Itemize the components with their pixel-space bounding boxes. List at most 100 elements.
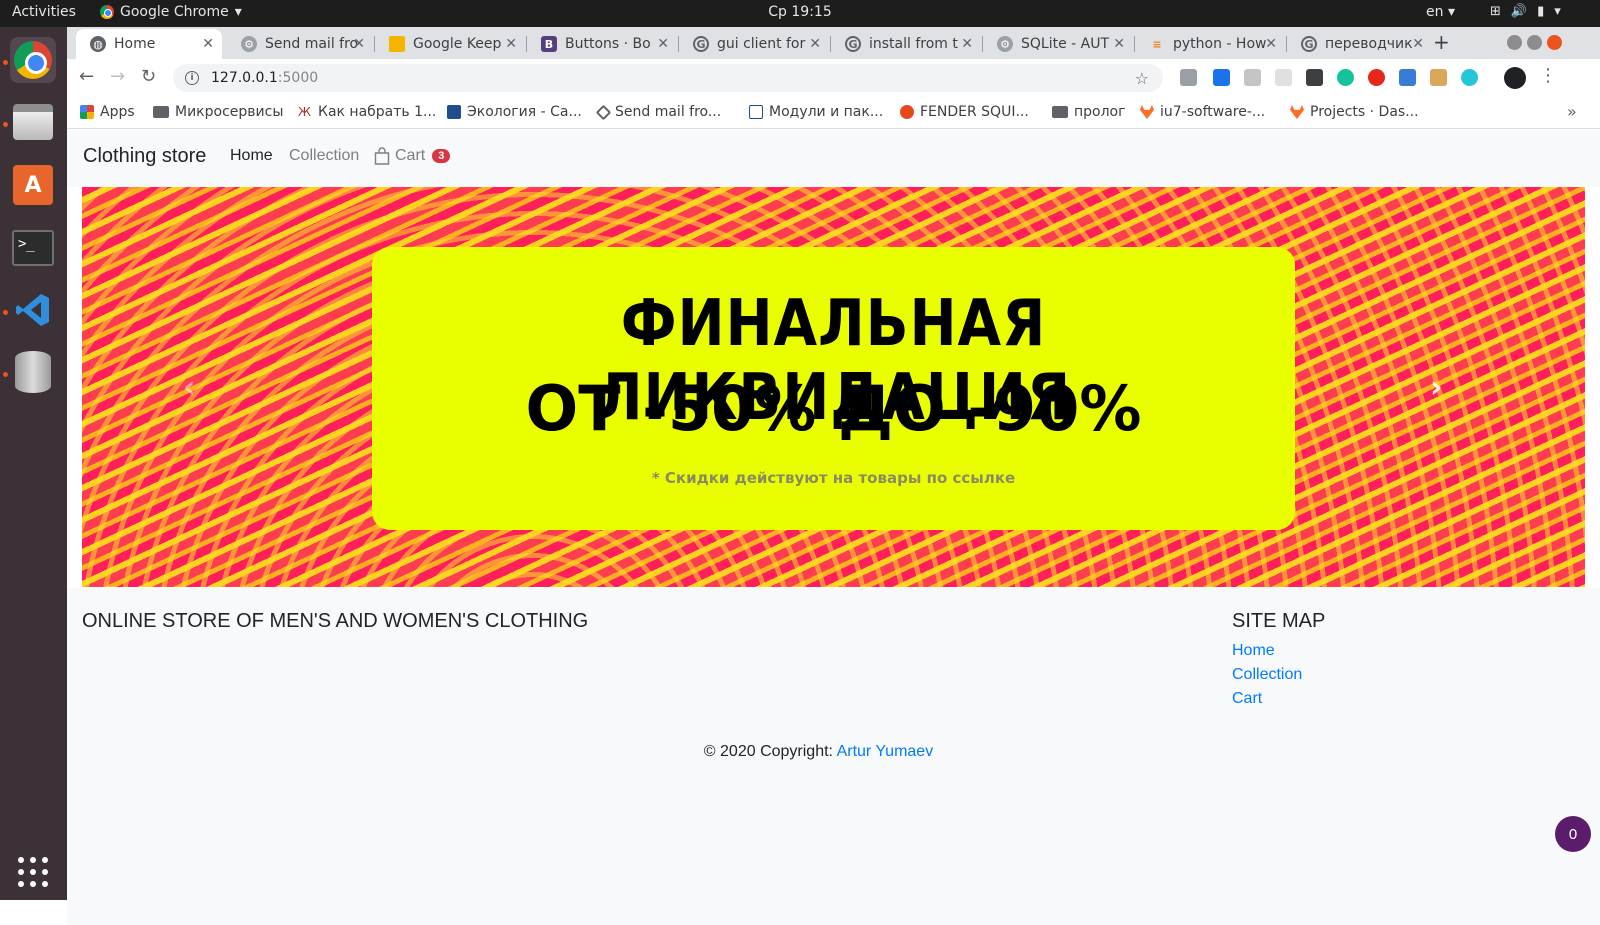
bookmark-item[interactable]: Projects · Das...	[1290, 104, 1419, 120]
tab-1[interactable]: ⚙ Send mail fro ✕	[227, 29, 373, 59]
back-button[interactable]: ←	[79, 66, 94, 87]
system-top-bar: Activities Google Chrome ▾ Ср 19:15 en ▾…	[0, 0, 1600, 27]
sitemap-cart-link[interactable]: Cart	[1232, 690, 1262, 708]
keep-icon	[389, 36, 405, 52]
url-host: 127.0.0.1	[211, 70, 278, 86]
info-icon[interactable]: i	[185, 71, 199, 85]
menu-kebab-icon[interactable]: ⋮	[1539, 65, 1557, 86]
promo-carousel: ФИНАЛЬНАЯ ЛИКВИДАЦИЯ ОТ -50% ДО -90% * С…	[82, 187, 1585, 587]
bookmark-star-icon[interactable]: ☆	[1135, 69, 1149, 88]
app-name: Google Chrome	[120, 4, 229, 20]
new-tab-button[interactable]: +	[1433, 30, 1450, 54]
tab-title: gui client for	[717, 36, 806, 52]
tab-2[interactable]: Google Keep ✕	[375, 29, 525, 59]
address-bar[interactable]: i 127.0.0.1:5000 ☆	[173, 64, 1163, 92]
forward-button[interactable]: →	[110, 66, 125, 87]
bookmark-folder[interactable]: пролог	[1052, 104, 1125, 120]
running-indicator	[3, 372, 8, 377]
bookmark-item[interactable]: FENDER SQUI...	[900, 104, 1029, 120]
close-icon[interactable]: ✕	[202, 36, 214, 52]
v-extension-icon[interactable]	[1399, 69, 1416, 86]
window-close-button[interactable]	[1547, 35, 1562, 50]
close-icon[interactable]: ✕	[961, 36, 973, 52]
close-icon[interactable]: ✕	[1265, 36, 1277, 52]
system-tray[interactable]: ⊞ 🔊 ▮ ▾	[1490, 4, 1561, 19]
more-bookmarks-icon[interactable]: »	[1567, 102, 1577, 121]
bookmark-folder[interactable]: Микросервисы	[153, 104, 283, 120]
tab-4[interactable]: G gui client for ✕	[679, 29, 829, 59]
bookmark-item[interactable]: iu7-software-...	[1140, 104, 1265, 120]
sitemap-collection-link[interactable]: Collection	[1232, 666, 1302, 684]
activities-button[interactable]: Activities	[12, 4, 76, 20]
grammarly-icon[interactable]	[1337, 69, 1354, 86]
dock-vscode[interactable]	[10, 287, 56, 333]
terminal-icon: >_	[12, 230, 54, 266]
battery-icon: ▮	[1537, 4, 1545, 19]
gitlab-icon	[1290, 105, 1304, 119]
app-menu[interactable]: Google Chrome ▾	[100, 4, 242, 20]
close-icon[interactable]: ✕	[809, 36, 821, 52]
sitemap-title: SITE MAP	[1232, 610, 1326, 632]
bookmark-item[interactable]: Модули и пак...	[749, 104, 883, 120]
running-indicator	[3, 310, 8, 315]
bookmark-label: Projects · Das...	[1310, 104, 1419, 120]
close-icon[interactable]: ✕	[1412, 36, 1424, 52]
dock-files[interactable]	[10, 99, 56, 145]
extension-blue-icon[interactable]	[1213, 69, 1230, 86]
google-icon: G	[1301, 36, 1317, 52]
tab-5[interactable]: G install from t ✕	[831, 29, 981, 59]
notification-badge[interactable]: 0	[1555, 816, 1591, 852]
tab-7[interactable]: ≡ python - How ✕	[1135, 29, 1285, 59]
site-navbar: Clothing store Home Collection Cart 3	[67, 130, 1600, 187]
tab-3[interactable]: B Buttons · Bo ✕	[527, 29, 677, 59]
site-footer: ONLINE STORE OF MEN'S AND WOMEN'S CLOTHI…	[67, 588, 1600, 925]
browser-toolbar: ← → ↻ i 127.0.0.1:5000 ☆ ⋮	[67, 59, 1600, 96]
extension-light-icon[interactable]	[1275, 69, 1292, 86]
bookmark-label: Микросервисы	[175, 104, 284, 120]
author-link[interactable]: Artur Yumaev	[837, 743, 934, 760]
nav-home-link[interactable]: Home	[230, 147, 273, 165]
carousel-next-icon[interactable]: ›	[1430, 370, 1442, 405]
chrome-icon	[14, 41, 52, 79]
box-extension-icon[interactable]	[1430, 69, 1447, 86]
software-center-icon: A	[13, 165, 53, 205]
clock[interactable]: Ср 19:15	[768, 4, 831, 20]
bookmark-item[interactable]: Send mail fro...	[595, 104, 721, 120]
gear-icon: ⚙	[997, 36, 1013, 52]
close-icon[interactable]: ✕	[1113, 36, 1125, 52]
nav-cart-link[interactable]: Cart 3	[374, 147, 451, 165]
qr-code-icon[interactable]	[1306, 69, 1323, 86]
e9-icon	[447, 105, 461, 119]
minimize-button[interactable]	[1507, 35, 1522, 50]
dock: A >_	[0, 27, 67, 900]
site-brand[interactable]: Clothing store	[83, 145, 206, 168]
teal-extension-icon[interactable]	[1461, 69, 1478, 86]
cast-icon[interactable]	[1180, 69, 1197, 86]
tab-8[interactable]: G переводчик ✕	[1287, 29, 1432, 59]
bookmark-item[interactable]: Ж Как набрать 1...	[298, 104, 436, 120]
show-applications-button[interactable]	[10, 849, 56, 895]
reload-button[interactable]: ↻	[141, 66, 156, 87]
dock-chrome[interactable]	[10, 37, 56, 83]
dock-software[interactable]: A	[10, 162, 56, 208]
language-indicator[interactable]: en ▾	[1426, 4, 1455, 20]
nav-collection-link[interactable]: Collection	[289, 147, 359, 165]
close-icon[interactable]: ✕	[505, 36, 517, 52]
maximize-button[interactable]	[1527, 35, 1542, 50]
tab-6[interactable]: ⚙ SQLite - AUT ✕	[983, 29, 1133, 59]
bookmark-item[interactable]: Экология - Са...	[447, 104, 582, 120]
red-extension-icon[interactable]	[1368, 69, 1385, 86]
extension-gray-icon[interactable]	[1244, 69, 1261, 86]
close-icon[interactable]: ✕	[657, 36, 669, 52]
sitemap-home-link[interactable]: Home	[1232, 642, 1275, 660]
dock-db-browser[interactable]	[10, 349, 56, 395]
dock-terminal[interactable]: >_	[10, 225, 56, 271]
bookmark-item[interactable]: Apps	[80, 104, 135, 120]
close-icon[interactable]: ✕	[353, 36, 365, 52]
carousel-prev-icon[interactable]: ‹	[183, 370, 195, 405]
tab-0[interactable]: ◍ Home ✕	[76, 29, 222, 59]
globe-icon: ◍	[90, 36, 106, 52]
profile-avatar[interactable]	[1504, 67, 1526, 89]
promo-banner[interactable]: ФИНАЛЬНАЯ ЛИКВИДАЦИЯ ОТ -50% ДО -90% * С…	[372, 247, 1295, 530]
bookmarks-bar: Apps Микросервисы Ж Как набрать 1... Экол…	[67, 96, 1600, 129]
